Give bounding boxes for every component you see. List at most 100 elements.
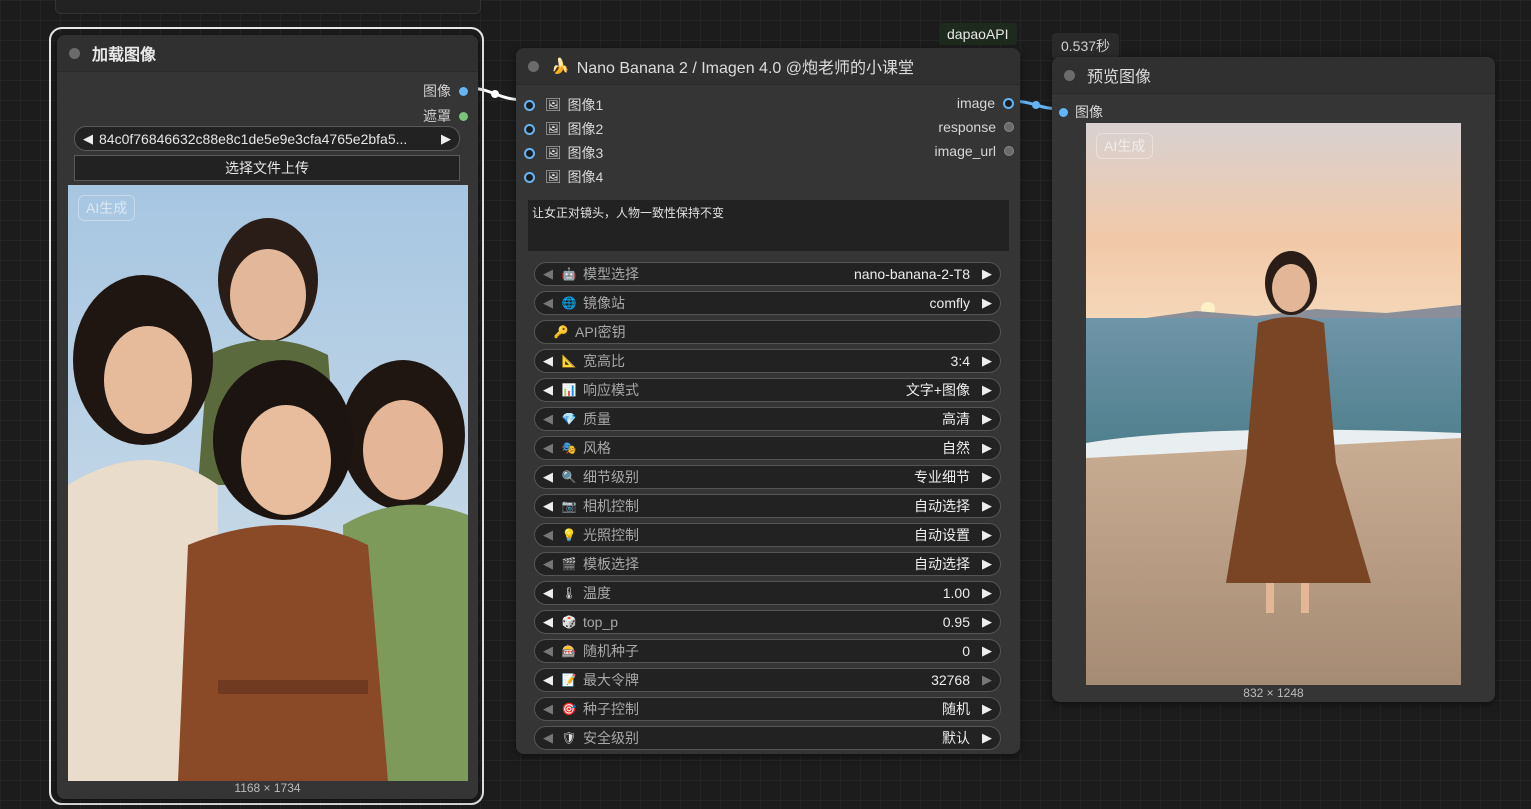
arrow-right-icon[interactable]: ▶ <box>982 527 992 543</box>
arrow-left-icon[interactable]: ◀ <box>83 131 93 147</box>
arrow-left-icon[interactable]: ◀ <box>543 701 553 717</box>
widget-label: 安全级别 <box>583 730 639 746</box>
widget-label: 响应模式 <box>583 382 639 398</box>
output-image-url[interactable]: image_url <box>935 143 1014 159</box>
arrow-right-icon[interactable]: ▶ <box>982 585 992 601</box>
arrow-right-icon[interactable]: ▶ <box>982 266 992 282</box>
output-image[interactable]: image <box>957 95 1014 111</box>
node-title-bar[interactable]: 加载图像 <box>57 35 478 72</box>
nano-banana-node[interactable]: 🍌 Nano Banana 2 / Imagen 4.0 @炮老师的小课堂 🖼 … <box>516 48 1020 754</box>
output-socket-icon[interactable] <box>1004 122 1014 132</box>
collapse-dot-icon[interactable] <box>69 47 80 59</box>
arrow-right-icon[interactable]: ▶ <box>982 469 992 485</box>
arrow-right-icon[interactable]: ▶ <box>982 295 992 311</box>
input-socket-icon[interactable] <box>524 171 535 183</box>
widget-value: comfly <box>929 295 970 311</box>
output-label: image_url <box>934 143 996 159</box>
widget-icon: 🌡 <box>561 586 577 600</box>
arrow-right-icon[interactable]: ▶ <box>982 411 992 427</box>
output-socket-icon[interactable] <box>1004 146 1014 156</box>
widget-mirror-site[interactable]: ◀ 🌐 镜像站 comfly ▶ <box>534 291 1001 315</box>
output-mask[interactable]: 遮罩 <box>423 106 468 126</box>
input-socket-icon[interactable] <box>524 123 535 135</box>
widget-icon: 📷 <box>561 499 577 513</box>
prompt-textarea[interactable]: 让女正对镜头，人物一致性保持不变 <box>528 200 1009 251</box>
widget-value: 默认 <box>942 730 970 746</box>
widget-template-select[interactable]: ◀ 🎬 模板选择 自动选择 ▶ <box>534 552 1001 576</box>
input-image[interactable]: 图像 <box>1059 102 1103 122</box>
widget-detail-level[interactable]: ◀ 🔍 细节级别 专业细节 ▶ <box>534 465 1001 489</box>
input-image3[interactable]: 🖼 图像3 <box>524 143 603 163</box>
arrow-left-icon[interactable]: ◀ <box>543 440 553 456</box>
widget-quality[interactable]: ◀ 💎 质量 高清 ▶ <box>534 407 1001 431</box>
widget-label: 最大令牌 <box>583 672 639 688</box>
node-title: Nano Banana 2 / Imagen 4.0 @炮老师的小课堂 <box>576 60 914 77</box>
arrow-left-icon[interactable]: ◀ <box>543 585 553 601</box>
output-response[interactable]: response <box>938 119 1014 135</box>
arrow-left-icon[interactable]: ◀ <box>543 295 553 311</box>
output-socket-icon[interactable] <box>1003 97 1014 109</box>
arrow-left-icon[interactable]: ◀ <box>543 353 553 369</box>
load-image-node[interactable]: 加载图像 图像 遮罩 ◀ 84c0f76846632c88e8c1de5e9e3… <box>57 35 478 799</box>
arrow-right-icon[interactable]: ▶ <box>441 131 451 147</box>
arrow-left-icon[interactable]: ◀ <box>543 527 553 543</box>
widget-response-mode[interactable]: ◀ 📊 响应模式 文字+图像 ▶ <box>534 378 1001 402</box>
arrow-right-icon[interactable]: ▶ <box>982 643 992 659</box>
arrow-left-icon[interactable]: ◀ <box>543 469 553 485</box>
node-title: 加载图像 <box>92 47 157 64</box>
preview-image-node[interactable]: 预览图像 图像 AI生成 832 × 1248 <box>1052 57 1495 702</box>
node-title-bar[interactable]: 预览图像 <box>1052 57 1495 94</box>
input-image1[interactable]: 🖼 图像1 <box>524 95 603 115</box>
input-image4[interactable]: 🖼 图像4 <box>524 167 603 187</box>
arrow-right-icon[interactable]: ▶ <box>982 440 992 456</box>
arrow-right-icon[interactable]: ▶ <box>982 382 992 398</box>
arrow-left-icon[interactable]: ◀ <box>543 382 553 398</box>
arrow-left-icon[interactable]: ◀ <box>543 730 553 746</box>
input-socket-icon[interactable] <box>524 147 535 159</box>
input-image2[interactable]: 🖼 图像2 <box>524 119 603 139</box>
widget-api-key[interactable]: 🔑 API密钥 <box>534 320 1001 344</box>
arrow-left-icon[interactable]: ◀ <box>543 411 553 427</box>
widget-aspect-ratio[interactable]: ◀ 📐 宽高比 3:4 ▶ <box>534 349 1001 373</box>
arrow-right-icon[interactable]: ▶ <box>982 701 992 717</box>
arrow-left-icon[interactable]: ◀ <box>543 266 553 282</box>
collapse-dot-icon[interactable] <box>528 60 539 72</box>
widget-temperature[interactable]: ◀ 🌡 温度 1.00 ▶ <box>534 581 1001 605</box>
arrow-left-icon[interactable]: ◀ <box>543 672 553 688</box>
arrow-right-icon[interactable]: ▶ <box>982 498 992 514</box>
arrow-left-icon[interactable]: ◀ <box>543 556 553 572</box>
upload-button[interactable]: 选择文件上传 <box>74 155 460 181</box>
arrow-left-icon[interactable]: ◀ <box>543 643 553 659</box>
arrow-right-icon[interactable]: ▶ <box>982 730 992 746</box>
output-label: image <box>956 95 995 111</box>
widget-style[interactable]: ◀ 🎭 风格 自然 ▶ <box>534 436 1001 460</box>
widget-label: API密钥 <box>575 324 626 340</box>
arrow-right-icon[interactable]: ▶ <box>982 614 992 630</box>
arrow-left-icon[interactable]: ◀ <box>543 614 553 630</box>
output-socket-icon[interactable] <box>459 111 468 121</box>
node-title-bar[interactable]: 🍌 Nano Banana 2 / Imagen 4.0 @炮老师的小课堂 <box>516 48 1020 85</box>
widget-max-tokens[interactable]: ◀ 📝 最大令牌 32768 ▶ <box>534 668 1001 692</box>
output-socket-icon[interactable] <box>459 86 468 96</box>
widget-model-select[interactable]: ◀ 🤖 模型选择 nano-banana-2-T8 ▶ <box>534 262 1001 286</box>
arrow-left-icon[interactable]: ◀ <box>543 498 553 514</box>
widget-value: 自然 <box>942 440 970 456</box>
image-dimensions: 832 × 1248 <box>1243 686 1304 700</box>
arrow-right-icon[interactable]: ▶ <box>982 556 992 572</box>
widget-top-p[interactable]: ◀ 🎲 top_p 0.95 ▶ <box>534 610 1001 634</box>
collapse-dot-icon[interactable] <box>1064 69 1075 81</box>
widget-seed-control[interactable]: ◀ 🎯 种子控制 随机 ▶ <box>534 697 1001 721</box>
picture-icon: 🖼 <box>545 169 562 184</box>
arrow-right-icon[interactable]: ▶ <box>982 672 992 688</box>
widget-lighting-control[interactable]: ◀ 💡 光照控制 自动设置 ▶ <box>534 523 1001 547</box>
input-socket-icon[interactable] <box>1059 107 1068 117</box>
input-socket-icon[interactable] <box>524 99 535 111</box>
arrow-right-icon[interactable]: ▶ <box>982 353 992 369</box>
widget-random-seed[interactable]: ◀ 🎰 随机种子 0 ▶ <box>534 639 1001 663</box>
output-image[interactable]: 图像 <box>423 81 468 101</box>
widget-camera-control[interactable]: ◀ 📷 相机控制 自动选择 ▶ <box>534 494 1001 518</box>
widget-safety-level[interactable]: ◀ 🛡 安全级别 默认 ▶ <box>534 726 1001 750</box>
image-file-combo[interactable]: ◀ 84c0f76846632c88e8c1de5e9e3cfa4765e2bf… <box>74 126 460 151</box>
widget-label: 种子控制 <box>583 701 639 717</box>
widget-value: 0 <box>962 643 970 659</box>
